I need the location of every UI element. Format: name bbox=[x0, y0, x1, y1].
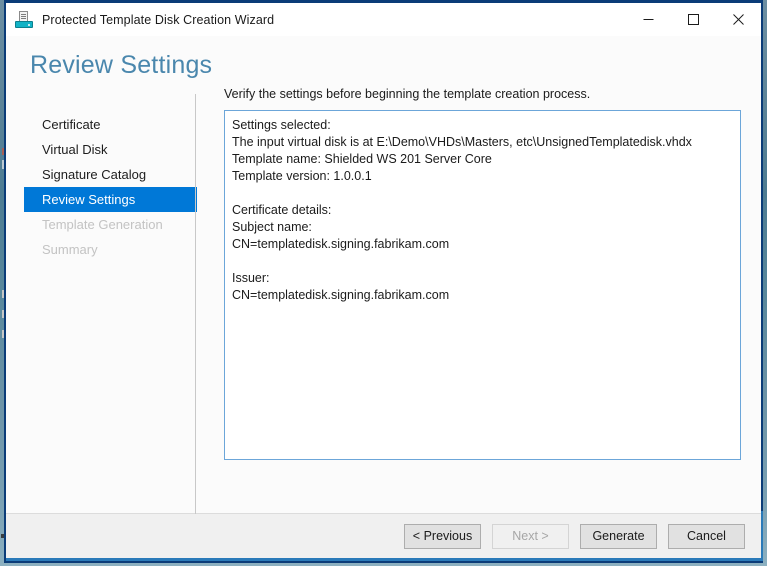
wizard-footer: < Previous Next > Generate Cancel bbox=[6, 511, 763, 561]
sidebar-item-summary: Summary bbox=[24, 237, 197, 262]
wizard-body: Certificate Virtual Disk Signature Catal… bbox=[6, 80, 761, 514]
sidebar-item-label: Certificate bbox=[42, 117, 101, 132]
previous-button[interactable]: < Previous bbox=[404, 523, 481, 549]
sidebar-item-virtual-disk[interactable]: Virtual Disk bbox=[24, 137, 197, 162]
sidebar-item-label: Signature Catalog bbox=[42, 167, 147, 182]
cancel-button[interactable]: Cancel bbox=[668, 523, 745, 549]
protected-template-disk-icon bbox=[15, 10, 33, 29]
sidebar-divider bbox=[195, 94, 196, 514]
wizard-window: Protected Template Disk Creation Wizard … bbox=[4, 0, 763, 563]
window-edge-accent bbox=[761, 511, 763, 561]
window-title: Protected Template Disk Creation Wizard bbox=[42, 12, 275, 27]
sidebar-item-signature-catalog[interactable]: Signature Catalog bbox=[24, 162, 197, 187]
content-pane: Verify the settings before beginning the… bbox=[197, 80, 761, 513]
instruction-text: Verify the settings before beginning the… bbox=[224, 87, 591, 101]
window-controls bbox=[626, 3, 761, 36]
sidebar-item-label: Template Generation bbox=[42, 217, 163, 232]
generate-button[interactable]: Generate bbox=[580, 523, 657, 549]
sidebar-item-review-settings[interactable]: Review Settings bbox=[24, 187, 197, 212]
sidebar-item-label: Review Settings bbox=[42, 192, 136, 207]
sidebar-item-label: Summary bbox=[42, 242, 98, 257]
title-bar: Protected Template Disk Creation Wizard bbox=[6, 3, 761, 36]
sidebar-item-certificate[interactable]: Certificate bbox=[24, 112, 197, 137]
sidebar-item-label: Virtual Disk bbox=[42, 142, 108, 157]
next-button: Next > bbox=[492, 523, 569, 549]
sidebar-item-template-generation: Template Generation bbox=[24, 212, 197, 237]
settings-summary-box[interactable]: Settings selected: The input virtual dis… bbox=[224, 110, 741, 460]
wizard-step-nav: Certificate Virtual Disk Signature Catal… bbox=[6, 80, 197, 514]
maximize-icon[interactable] bbox=[671, 3, 716, 36]
minimize-icon[interactable] bbox=[626, 3, 671, 36]
close-icon[interactable] bbox=[716, 3, 761, 36]
settings-summary-text: Settings selected: The input virtual dis… bbox=[232, 118, 692, 302]
page-title: Review Settings bbox=[30, 51, 213, 79]
